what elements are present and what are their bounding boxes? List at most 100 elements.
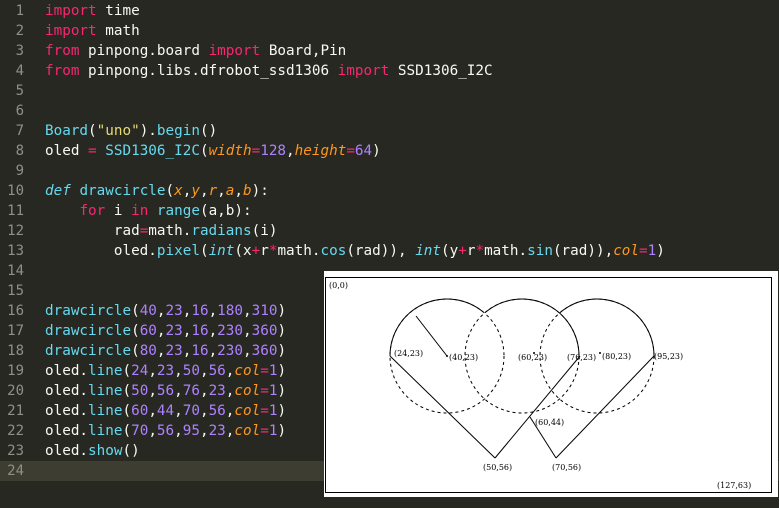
code-token: + [458,243,467,259]
code-token: , [286,143,295,159]
code-token: , [208,343,218,359]
code-line[interactable]: 6 [0,101,779,121]
code-token: math. [484,243,528,259]
code-token: import [45,23,97,39]
code-token: , [234,183,243,199]
code-line[interactable]: 7 Board("uno").begin() [0,121,779,141]
code-text[interactable]: oled.line(60,44,70,56,col=1) [45,401,286,421]
code-text[interactable]: oled.line(50,56,76,23,col=1) [45,381,286,401]
code-token: def [45,183,71,199]
code-text[interactable]: oled = SSD1306_I2C(width=128,height=64) [45,141,381,161]
code-line[interactable]: 2 import math [0,21,779,41]
code-text[interactable]: oled.pixel(int(x+r*math.cos(rad)), int(y… [45,241,665,261]
code-token: rad [45,223,140,239]
code-token: + [251,243,261,259]
code-token: = [260,383,269,399]
code-text[interactable]: from pinpong.board import Board,Pin [45,41,346,61]
code-line[interactable]: 3 from pinpong.board import Board,Pin [0,41,779,61]
code-line[interactable]: 9 [0,161,779,181]
code-token: , [199,383,209,399]
code-token: 230 [217,323,243,339]
code-token: import [45,3,97,19]
code-token: drawcircle [45,343,132,359]
label-60-23: (60,23) [518,353,547,362]
line-number: 23 [7,443,24,459]
code-text[interactable]: rad=math.radians(i) [45,221,278,241]
code-token: pixel [156,243,200,259]
code-token: ( [122,423,132,439]
code-line[interactable]: 8 oled = SSD1306_I2C(width=128,height=64) [0,141,779,161]
code-token: 56 [156,383,175,399]
code-token: (x [234,243,252,259]
code-text[interactable]: drawcircle(40,23,16,180,310) [45,301,286,321]
code-token: 70 [182,403,200,419]
code-token: ) [277,323,287,339]
code-line[interactable]: 12 rad=math.radians(i) [0,221,779,241]
code-text[interactable]: for i in range(a,b): [45,201,251,221]
code-token: 128 [260,143,287,159]
code-token: ( [131,343,140,359]
code-line[interactable]: 11 for i in range(a,b): [0,201,779,221]
code-token: show [88,443,123,459]
code-token: oled. [45,383,89,399]
code-line[interactable]: 5 [0,81,779,101]
code-token: * [475,243,485,259]
code-token: SSD1306_I2C [105,143,200,159]
code-token: (rad)), [346,243,416,259]
code-token: width [208,143,252,159]
code-line[interactable]: 13 oled.pixel(int(x+r*math.cos(rad)), in… [0,241,779,261]
code-token: oled. [45,443,89,459]
code-token: = [88,143,97,159]
code-token: math [96,23,140,39]
code-token: 44 [156,403,175,419]
code-text[interactable]: oled.line(24,23,50,56,col=1) [45,361,286,381]
code-token: ) [277,343,287,359]
code-token: 60 [131,403,149,419]
code-text[interactable]: def drawcircle(x,y,r,a,b): [45,181,269,201]
code-token: 50 [182,363,200,379]
line-number: 12 [7,223,24,239]
code-text[interactable]: drawcircle(60,23,16,230,360) [45,321,286,341]
code-token: col [234,403,261,419]
line-number: 4 [15,63,24,79]
label-origin: (0,0) [329,281,348,290]
code-text[interactable]: import time [45,1,140,21]
line-number: 19 [7,363,24,379]
code-token: 76 [182,383,200,399]
code-token: line [88,363,123,379]
code-text[interactable]: Board("uno").begin() [45,121,217,141]
code-token: , [148,403,157,419]
line-number: 14 [7,263,24,279]
label-70-56: (70,56) [552,463,581,472]
code-token: = [260,403,269,419]
code-line[interactable]: 1 import time [0,1,779,21]
line-number: 1 [15,3,24,19]
code-token: from [45,43,80,59]
line-number: 22 [7,423,24,439]
code-text[interactable]: drawcircle(80,23,16,230,360) [45,341,286,361]
line-number: 9 [15,163,24,179]
code-token: 95 [182,423,200,439]
code-text[interactable]: oled.show() [45,441,140,461]
code-token: ) [277,363,287,379]
code-token: 23 [156,363,175,379]
code-token: ( [122,403,132,419]
code-token: int [208,243,235,259]
code-token: 23 [208,423,226,439]
line-number: 11 [7,203,24,219]
code-token: , [208,323,218,339]
code-line[interactable]: 4 from pinpong.libs.dfrobot_ssd1306 impor… [0,61,779,81]
code-text[interactable]: oled.line(70,56,95,23,col=1) [45,421,286,441]
code-token: ( [199,243,209,259]
label-40-23: (40,23) [449,353,478,362]
code-token: 230 [217,343,243,359]
code-text[interactable]: from pinpong.libs.dfrobot_ssd1306 import… [45,61,493,81]
code-token: SSD1306_I2C [389,63,493,79]
code-text[interactable]: import math [45,21,140,41]
code-token: , [174,423,183,439]
code-token: ). [139,123,157,139]
code-line[interactable]: 10 def drawcircle(x,y,r,a,b): [0,181,779,201]
code-token: drawcircle [45,323,132,339]
